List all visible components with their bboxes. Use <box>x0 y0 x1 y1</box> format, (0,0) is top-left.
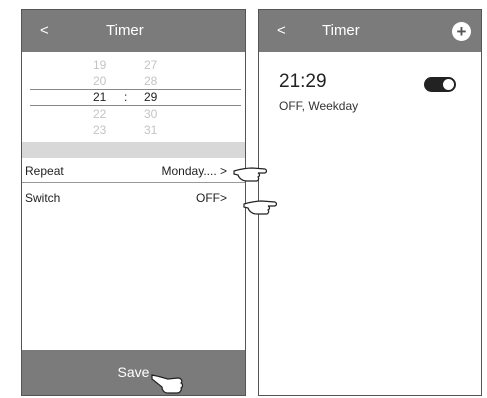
switch-value: OFF> <box>195 191 227 205</box>
picker-hour-selected: 21 <box>93 90 107 104</box>
picker-minute-selected: 29 <box>144 90 158 104</box>
page-title: Timer <box>322 22 360 39</box>
picker-row[interactable]: 23 31 <box>22 123 245 138</box>
picker-hour: 20 <box>93 74 107 88</box>
picker-row[interactable]: 20 28 <box>22 74 245 89</box>
add-timer-button[interactable]: + <box>452 22 471 41</box>
repeat-label: Repeat <box>25 164 64 178</box>
divider-band <box>22 142 245 158</box>
toggle-knob <box>443 79 454 90</box>
picker-colon: : <box>124 90 128 104</box>
picker-row[interactable]: 19 27 <box>22 58 245 73</box>
time-picker[interactable]: 19 27 20 28 21 : 29 22 30 23 31 <box>22 54 245 146</box>
picker-hour: 23 <box>93 123 107 137</box>
pointing-hand-icon <box>151 374 184 394</box>
pointing-hand-icon <box>233 167 268 182</box>
picker-minute: 27 <box>144 58 158 72</box>
timer-detail: OFF, Weekday <box>279 99 359 113</box>
picker-minute: 31 <box>144 123 158 137</box>
picker-hour: 19 <box>93 58 107 72</box>
picker-hour: 22 <box>93 107 107 121</box>
repeat-value: Monday.... > <box>161 164 227 178</box>
title-bar: < Timer <box>22 10 245 52</box>
page-title: Timer <box>106 22 144 39</box>
switch-label: Switch <box>25 191 61 205</box>
timer-edit-screen: < Timer 19 27 20 28 21 : 29 22 30 23 31 … <box>21 9 246 396</box>
selection-line-bottom <box>30 105 241 106</box>
row-divider <box>22 182 245 183</box>
save-button[interactable]: Save <box>22 350 245 395</box>
picker-minute: 28 <box>144 74 158 88</box>
repeat-row[interactable]: Repeat Monday.... > <box>22 159 245 183</box>
back-button[interactable]: < <box>40 22 49 39</box>
picker-row[interactable]: 22 30 <box>22 107 245 122</box>
title-bar: < Timer + <box>259 10 481 52</box>
picker-minute: 30 <box>144 107 158 121</box>
picker-selected-row[interactable]: 21 : 29 <box>22 90 245 105</box>
timer-toggle[interactable] <box>424 77 456 92</box>
pointing-hand-icon <box>243 200 278 215</box>
timer-time: 21:29 <box>279 71 327 92</box>
back-button[interactable]: < <box>277 22 286 39</box>
switch-row[interactable]: Switch OFF> <box>22 186 245 210</box>
timer-list-screen: < Timer + 21:29 OFF, Weekday <box>258 9 482 396</box>
